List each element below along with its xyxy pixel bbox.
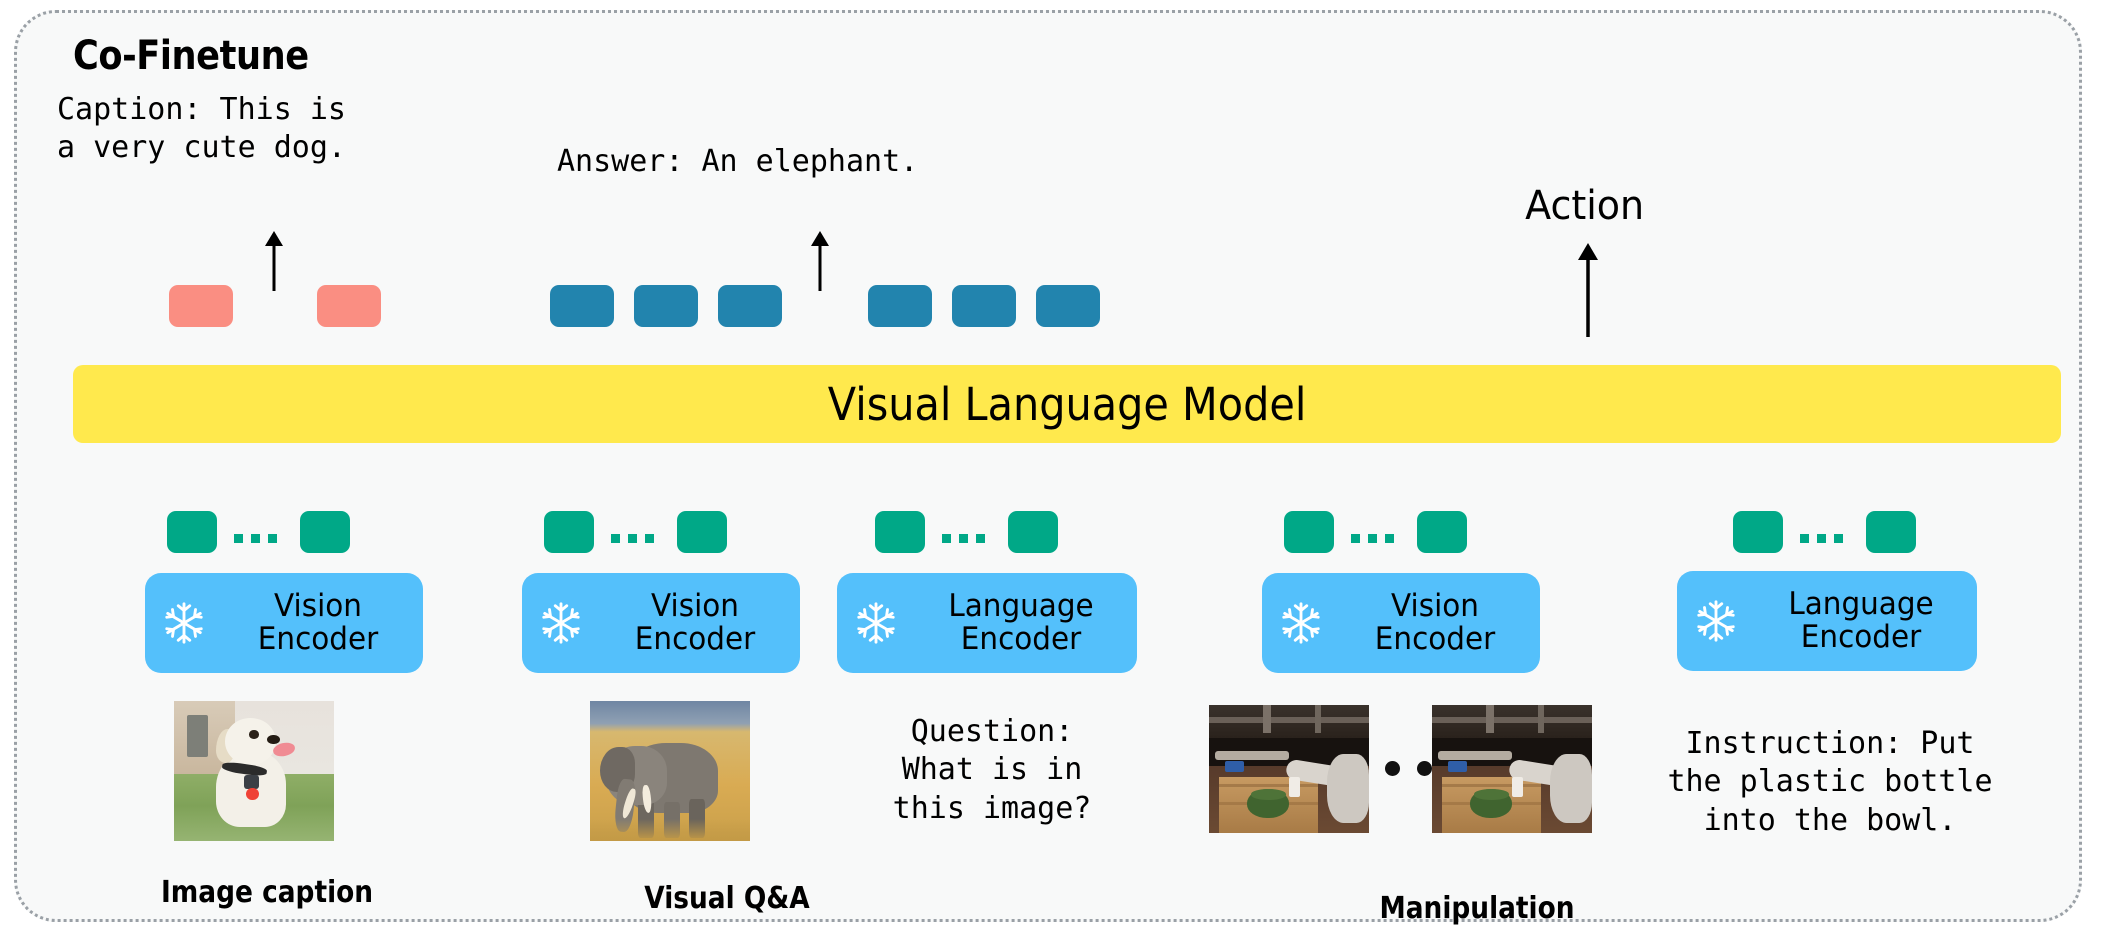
encoder-label: Vision Encoder [595, 590, 795, 656]
output-token-blue [718, 285, 782, 327]
vision-encoder-vqa[interactable]: Vision Encoder [522, 573, 800, 673]
co-finetune-panel: Co-Finetune Caption: This is a very cute… [14, 10, 2082, 926]
vision-encoder-caption[interactable]: Vision Encoder [145, 573, 423, 673]
encoder-label: Vision Encoder [1335, 590, 1535, 656]
snowflake-icon [538, 600, 584, 646]
language-encoder-vqa[interactable]: Language Encoder [837, 573, 1137, 673]
encoder-label-line1: Vision [651, 588, 739, 625]
caption-visual-qa: Visual Q&A [644, 881, 810, 916]
encoder-label-line1: Language [1788, 586, 1934, 623]
snowflake-icon [161, 600, 207, 646]
arrow-answer-up [811, 231, 829, 291]
answer-output-text: Answer: An elephant. [557, 144, 919, 179]
action-output-text: Action [1525, 183, 1645, 229]
input-token-green [1866, 511, 1916, 553]
page-title: Co-Finetune [73, 33, 309, 79]
input-token-green [1284, 511, 1334, 553]
vision-encoder-manip[interactable]: Vision Encoder [1262, 573, 1540, 673]
diagram-root: Co-Finetune Caption: This is a very cute… [0, 0, 2106, 940]
token-ellipsis-icon [234, 534, 277, 543]
encoder-label: Language Encoder [1751, 588, 1971, 654]
visual-language-model-label: Visual Language Model [827, 377, 1307, 431]
encoder-label-line1: Vision [1391, 588, 1479, 625]
visual-language-model-bar: Visual Language Model [73, 365, 2061, 443]
output-token-blue [868, 285, 932, 327]
encoder-label-line2: Encoder [257, 621, 379, 657]
input-token-green [300, 511, 350, 553]
dog-image [174, 701, 334, 841]
robot-frame-first [1209, 705, 1369, 833]
instruction-input-text: Instruction: Put the plastic bottle into… [1667, 726, 1993, 838]
output-token-blue [634, 285, 698, 327]
input-token-green [677, 511, 727, 553]
token-ellipsis-icon [942, 534, 985, 543]
token-ellipsis-icon [1800, 534, 1843, 543]
encoder-label-line2: Encoder [1374, 621, 1496, 657]
snowflake-icon [1693, 598, 1739, 644]
input-token-green [1733, 511, 1783, 553]
elephant-image [590, 701, 750, 841]
arrow-caption-up [265, 231, 283, 291]
encoder-label-line1: Language [948, 588, 1094, 625]
token-ellipsis-icon [1351, 534, 1394, 543]
encoder-label: Language Encoder [911, 590, 1131, 656]
output-token-blue [952, 285, 1016, 327]
token-ellipsis-icon [611, 534, 654, 543]
output-token-blue [1036, 285, 1100, 327]
caption-image-caption: Image caption [160, 875, 374, 910]
caption-output-text: Caption: This is a very cute dog. [57, 92, 346, 166]
output-token-blue [550, 285, 614, 327]
input-token-green [1417, 511, 1467, 553]
snowflake-icon [853, 600, 899, 646]
encoder-label-line2: Encoder [634, 621, 756, 657]
encoder-label: Vision Encoder [218, 590, 418, 656]
input-token-green [167, 511, 217, 553]
input-token-green [544, 511, 594, 553]
output-token-pink [169, 285, 233, 327]
snowflake-icon [1278, 600, 1324, 646]
robot-frame-last [1432, 705, 1592, 833]
question-input-text: Question: What is in this image? [892, 714, 1092, 826]
input-token-green [875, 511, 925, 553]
encoder-label-line1: Vision [274, 588, 362, 625]
encoder-label-line2: Encoder [960, 621, 1082, 657]
arrow-action-up [1578, 243, 1598, 337]
output-token-pink [317, 285, 381, 327]
encoder-label-line2: Encoder [1800, 619, 1922, 655]
caption-manipulation: Manipulation [1379, 891, 1575, 926]
language-encoder-manip[interactable]: Language Encoder [1677, 571, 1977, 671]
input-token-green [1008, 511, 1058, 553]
